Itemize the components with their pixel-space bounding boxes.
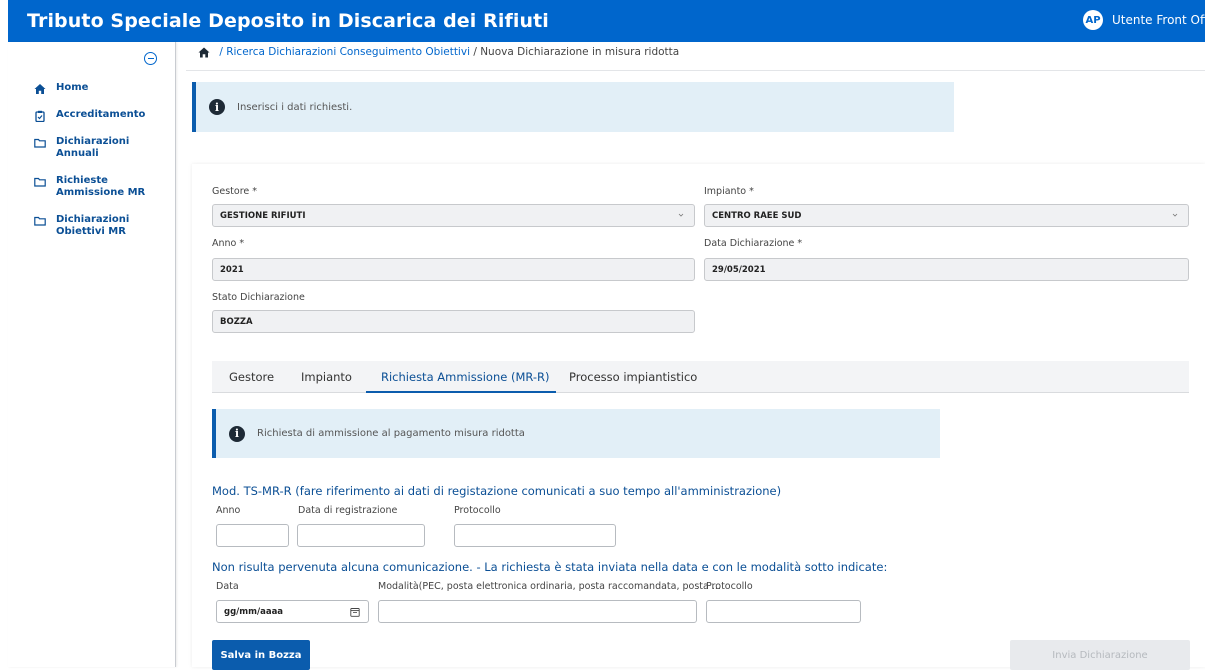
folder-icon (34, 138, 46, 148)
tab-impianto[interactable]: Impianto (301, 370, 352, 384)
data-registrazione-label: Data di registrazione (298, 505, 398, 516)
breadcrumb-link[interactable]: Ricerca Dichiarazioni Conseguimento Obie… (226, 46, 470, 58)
info-alert-text: Inserisci i dati richiesti. (237, 101, 353, 113)
main-content: / Ricerca Dichiarazioni Conseguimento Ob… (186, 42, 1205, 670)
sidebar-item-label: Home (56, 82, 89, 93)
home-icon (34, 84, 46, 94)
sidebar-item-label: Dichiarazioni Annuali (56, 136, 130, 159)
protocollo-invio-input[interactable] (706, 600, 861, 623)
app-title: Tributo Speciale Deposito in Discarica d… (27, 10, 549, 32)
sidebar-item-dichiarazioni-obiettivi[interactable]: Dichiarazioni Obiettivi MR (8, 214, 176, 238)
anno-field: 2021 (212, 258, 695, 281)
data-invio-label: Data (216, 581, 239, 592)
sidebar-item-label: Accreditamento (56, 109, 146, 120)
breadcrumb-separator: / (216, 46, 227, 58)
section-comunicazione-title: Non risulta pervenuta alcuna comunicazio… (212, 560, 888, 574)
breadcrumb-divider (186, 70, 1205, 71)
breadcrumb-current: Nuova Dichiarazione in misura ridotta (480, 46, 680, 58)
home-icon[interactable] (198, 47, 210, 58)
save-draft-button[interactable]: Salva in Bozza (212, 640, 310, 670)
chevron-down-icon (1172, 213, 1178, 217)
anno-reg-input[interactable] (216, 524, 289, 547)
data-dichiarazione-label: Data Dichiarazione * (704, 238, 803, 249)
sidebar-item-richieste-ammissione[interactable]: Richieste Ammissione MR (8, 175, 176, 199)
stato-value: BOZZA (220, 316, 253, 327)
modalita-label: Modalità(PEC, posta elettronica ordinari… (378, 581, 721, 592)
gestore-label: Gestore * (212, 186, 258, 197)
sidebar: Home Accreditamento Dichiarazioni Annual… (8, 42, 176, 667)
info-icon: i (209, 99, 225, 115)
tab-richiesta-ammissione[interactable]: Richiesta Ammissione (MR-R) (381, 370, 550, 384)
send-declaration-button[interactable]: Invia Dichiarazione (1010, 640, 1190, 670)
tab-gestore[interactable]: Gestore (229, 370, 274, 384)
data-registrazione-input[interactable] (297, 524, 425, 547)
anno-reg-label: Anno (216, 505, 241, 516)
data-invio-input[interactable]: gg/mm/aaaa (216, 600, 369, 623)
sidebar-item-accreditamento[interactable]: Accreditamento (8, 109, 176, 122)
top-header: Tributo Speciale Deposito in Discarica d… (8, 0, 1205, 42)
info-icon: i (229, 425, 245, 442)
user-name[interactable]: Utente Front Office (1112, 13, 1205, 27)
sidebar-item-home[interactable]: Home (8, 82, 176, 95)
stato-label: Stato Dichiarazione (212, 292, 305, 303)
protocollo-reg-label: Protocollo (454, 505, 501, 516)
collapse-sidebar-icon[interactable] (144, 52, 157, 65)
anno-value: 2021 (220, 264, 244, 275)
breadcrumb-separator: / (469, 46, 481, 58)
app-window: Tributo Speciale Deposito in Discarica d… (0, 0, 1205, 670)
tab-bar: Gestore Impianto Richiesta Ammissione (M… (212, 361, 1189, 393)
window-edge (0, 0, 8, 667)
chevron-down-icon (678, 213, 684, 217)
impianto-select[interactable]: CENTRO RAEE SUD (704, 204, 1189, 227)
stato-field: BOZZA (212, 310, 695, 333)
sidebar-nav: Home Accreditamento Dichiarazioni Annual… (8, 82, 176, 247)
clipboard-icon (35, 110, 45, 122)
form-panel: Gestore * GESTIONE RIFIUTI Impianto * CE… (192, 164, 1205, 670)
tab-info-alert: i Richiesta di ammissione al pagamento m… (212, 409, 940, 458)
data-dichiarazione-field: 29/05/2021 (704, 258, 1189, 281)
sidebar-item-label: Dichiarazioni Obiettivi MR (56, 214, 130, 237)
impianto-value: CENTRO RAEE SUD (712, 210, 802, 221)
active-tab-indicator (366, 391, 556, 393)
calendar-icon[interactable] (350, 607, 360, 617)
tab-info-alert-text: Richiesta di ammissione al pagamento mis… (257, 428, 525, 439)
anno-label: Anno * (212, 238, 245, 249)
data-invio-placeholder: gg/mm/aaaa (224, 606, 284, 617)
impianto-label: Impianto * (704, 186, 754, 197)
sidebar-item-dichiarazioni-annuali[interactable]: Dichiarazioni Annuali (8, 136, 176, 160)
tab-processo-impiantistico[interactable]: Processo impiantistico (569, 370, 697, 384)
section-mod-title: Mod. TS-MR-R (fare riferimento ai dati d… (212, 484, 782, 498)
avatar[interactable]: AP (1083, 10, 1103, 30)
data-dichiarazione-value: 29/05/2021 (712, 264, 766, 275)
user-menu[interactable]: AP Utente Front Office (1083, 10, 1205, 30)
protocollo-reg-input[interactable] (454, 524, 616, 547)
gestore-select[interactable]: GESTIONE RIFIUTI (212, 204, 695, 227)
folder-icon (34, 216, 46, 226)
folder-icon (34, 177, 46, 187)
breadcrumb: / Ricerca Dichiarazioni Conseguimento Ob… (198, 46, 679, 58)
protocollo-invio-label: Protocollo (706, 581, 753, 592)
sidebar-item-label: Richieste Ammissione MR (56, 175, 146, 198)
info-alert: i Inserisci i dati richiesti. (192, 82, 954, 132)
gestore-value: GESTIONE RIFIUTI (220, 210, 306, 221)
modalita-input[interactable] (378, 600, 697, 623)
